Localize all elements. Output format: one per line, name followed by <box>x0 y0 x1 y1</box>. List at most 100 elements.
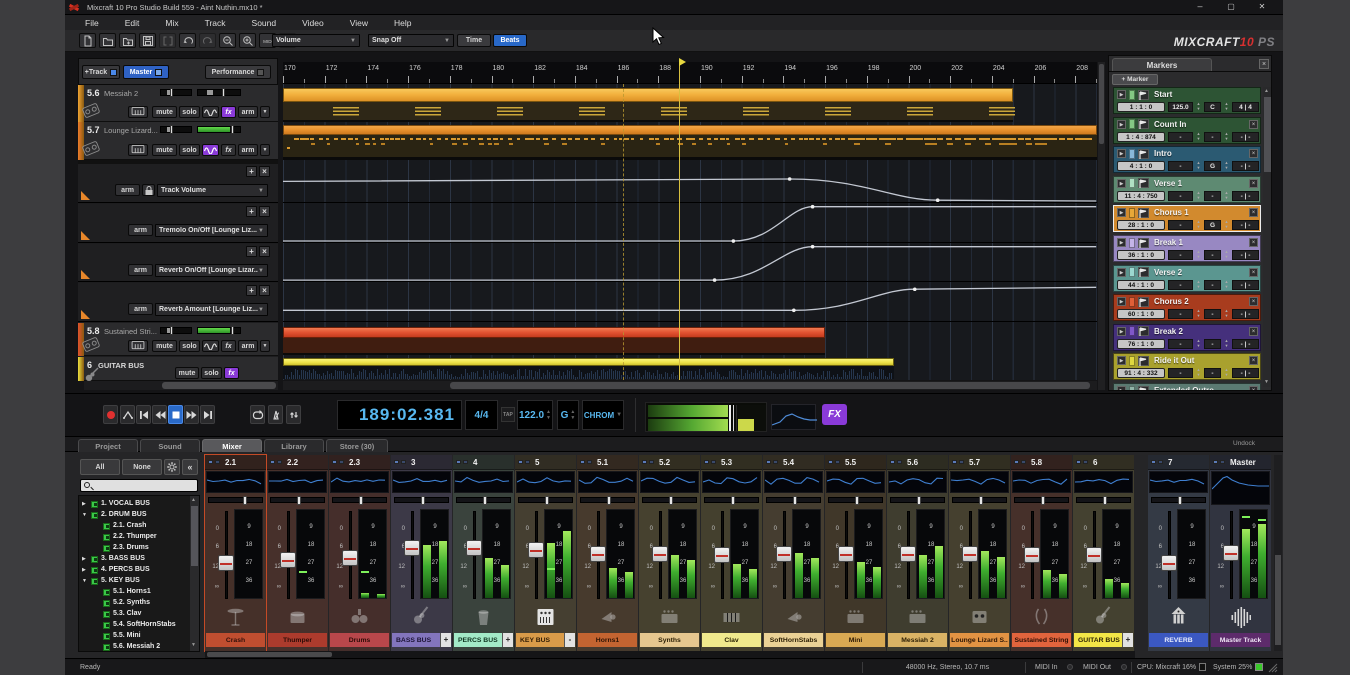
master-track-button[interactable]: Master <box>123 65 169 79</box>
marker-signature[interactable]: - | - <box>1232 250 1259 260</box>
marker-position[interactable]: 4 : 1 : 0 <box>1117 161 1165 171</box>
marker-verse-1[interactable]: ▶Verse 1×11 : 4 : 750-▲ ▼-▲ ▼- | - <box>1113 176 1261 203</box>
channel-header[interactable]: Master <box>1210 455 1271 470</box>
performance-button[interactable]: Performance <box>205 65 271 79</box>
pan-slider[interactable] <box>456 497 511 503</box>
marker-key[interactable]: G <box>1204 220 1221 230</box>
fader-handle[interactable] <box>1086 547 1102 563</box>
loop-brackets-button[interactable] <box>159 33 176 48</box>
spinner-icon[interactable]: ▲ ▼ <box>1223 338 1230 350</box>
marker-color-chip[interactable] <box>1129 178 1135 188</box>
mute-button[interactable]: mute <box>175 367 199 379</box>
channel-strip-5-8[interactable]: 5.80612∞9182736Sustained String <box>1011 455 1072 651</box>
clip-loungelizard[interactable] <box>283 125 1097 135</box>
channel-name[interactable]: SoftHornStabs <box>764 633 823 647</box>
channel-header[interactable]: 2.3 <box>329 455 390 470</box>
channel-eq-display[interactable] <box>764 471 823 493</box>
track-options-chevron[interactable]: ▼ <box>260 340 270 352</box>
marker-tempo[interactable]: - <box>1168 368 1193 378</box>
channel-name[interactable]: Horns1 <box>578 633 637 647</box>
channel-header[interactable]: 2.2 <box>267 455 328 470</box>
marker-expand-button[interactable]: ▶ <box>1117 238 1126 247</box>
channel-strip-6[interactable]: 60612∞9182736GUITAR BUS+ <box>1073 455 1134 651</box>
fx-button[interactable]: fx <box>221 340 236 352</box>
spinner-icon[interactable]: ▲ ▼ <box>1195 367 1202 379</box>
pan-slider[interactable] <box>580 497 635 503</box>
loop-button[interactable] <box>250 405 265 424</box>
channel-eq-display[interactable] <box>640 471 699 493</box>
marker-key[interactable]: - <box>1204 191 1221 201</box>
marker-delete-button[interactable]: × <box>1249 120 1258 129</box>
remove-automation-lane-button[interactable]: × <box>259 166 270 177</box>
marker-color-chip[interactable] <box>1129 119 1135 129</box>
tab-store-30-[interactable]: Store (30) <box>326 439 388 452</box>
record-button[interactable] <box>103 405 118 424</box>
marker-color-chip[interactable] <box>1129 90 1135 100</box>
marker-tempo[interactable]: - <box>1168 191 1193 201</box>
undock-button[interactable]: Undock <box>1233 440 1255 447</box>
spinner-icon[interactable]: ▲ ▼ <box>1223 160 1230 172</box>
marker-expand-button[interactable]: ▶ <box>1117 149 1126 158</box>
fader-handle[interactable] <box>1223 545 1239 561</box>
pan-slider[interactable] <box>766 497 821 503</box>
marker-delete-button[interactable]: × <box>1249 356 1258 365</box>
marker-break-2[interactable]: ▶Break 2×76 : 1 : 0-▲ ▼-▲ ▼- | - <box>1113 324 1261 351</box>
marker-signature[interactable]: - | - <box>1232 132 1259 142</box>
scroll-thumb[interactable] <box>1275 555 1281 645</box>
clip-loungelizard-notes[interactable] <box>283 135 1097 160</box>
track-pan-slider[interactable] <box>197 89 241 96</box>
spinner-icon[interactable]: ▲ ▼ <box>1195 190 1202 202</box>
marker-key[interactable]: - <box>1204 132 1221 142</box>
markers-tab[interactable]: Markers <box>1112 58 1212 71</box>
marker-delete-button[interactable]: × <box>1249 149 1258 158</box>
fader-handle[interactable] <box>838 546 854 562</box>
channel-strip-3[interactable]: 30612∞9182736BASS BUS+ <box>391 455 452 651</box>
beats-mode-button[interactable]: Beats <box>493 34 527 47</box>
virtual-keyboard-button[interactable] <box>128 106 148 118</box>
menu-file[interactable]: File <box>79 16 105 30</box>
bus-collapse-toggle[interactable]: + <box>502 633 513 647</box>
channel-strip-7[interactable]: 70612∞9182736REVERB <box>1148 455 1209 651</box>
channel-header[interactable]: 2.1 <box>205 455 266 470</box>
save-button[interactable] <box>139 33 156 48</box>
track-pan-slider[interactable] <box>197 126 241 133</box>
spinner-icon[interactable]: ▲ ▼ <box>1223 279 1230 291</box>
clip-messiah2[interactable] <box>283 88 1013 102</box>
fader-handle[interactable] <box>466 540 482 556</box>
arm-button[interactable]: arm <box>238 144 258 156</box>
marker-position[interactable]: 36 : 1 : 0 <box>1117 250 1165 260</box>
snap-select[interactable]: Snap Off▼ <box>368 34 454 47</box>
add-marker-button[interactable]: + Marker <box>1112 74 1158 85</box>
add-track-button[interactable]: +Track <box>82 65 120 79</box>
marker-signature[interactable]: - | - <box>1232 280 1259 290</box>
pan-handle[interactable] <box>669 496 673 505</box>
marker-delete-button[interactable]: × <box>1249 327 1258 336</box>
spinner-icon[interactable]: ▲ ▼ <box>1195 160 1202 172</box>
clip-messiah2-body[interactable] <box>283 102 1013 122</box>
tap-tempo-button[interactable]: TAP <box>501 407 515 422</box>
timeline-ruler[interactable]: 1701721741761781801821841861881901921941… <box>283 62 1097 84</box>
marker-signature[interactable]: - | - <box>1232 368 1259 378</box>
pan-handle[interactable] <box>359 496 363 505</box>
automation-lane-1[interactable] <box>283 163 1097 203</box>
automation-param-dropdown[interactable]: Tremolo On/Off [Lounge Liz...▼ <box>155 224 268 237</box>
marker-color-chip[interactable] <box>1129 267 1135 277</box>
scroll-thumb[interactable] <box>450 382 1090 389</box>
marker-expand-button[interactable]: ▶ <box>1117 90 1126 99</box>
channel-header[interactable]: 5.4 <box>763 455 824 470</box>
clip-guitarbus[interactable] <box>283 358 894 366</box>
track-volume-slider[interactable] <box>160 89 192 96</box>
spinner-icon[interactable]: ▲▼ <box>570 409 575 421</box>
marker-expand-button[interactable]: ▶ <box>1117 297 1126 306</box>
channel-strip-5-2[interactable]: 5.20612∞9182736Synths <box>639 455 700 651</box>
marker-expand-button[interactable]: ▶ <box>1117 208 1126 217</box>
bus-collapse-toggle[interactable]: + <box>1122 633 1133 647</box>
channel-name[interactable]: Clav <box>702 633 761 647</box>
channel-strip-2-3[interactable]: 2.30612∞9182736Drums <box>329 455 390 651</box>
master-fx-button[interactable]: FX <box>822 404 847 425</box>
arrangement-vscrollbar[interactable] <box>1098 62 1105 390</box>
undo-button[interactable] <box>179 33 196 48</box>
channel-header[interactable]: 3 <box>391 455 452 470</box>
channel-name[interactable]: REVERB <box>1149 633 1208 647</box>
pan-slider[interactable] <box>332 497 387 503</box>
